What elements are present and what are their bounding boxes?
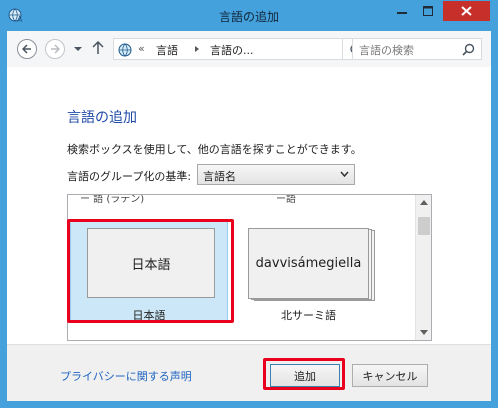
- arrow-left-icon: [22, 44, 31, 54]
- close-icon: [461, 6, 472, 16]
- address-overflow-chevron[interactable]: «: [138, 42, 145, 55]
- forward-button[interactable]: [45, 39, 65, 59]
- search-placeholder: 言語の検索: [359, 44, 414, 57]
- back-button[interactable]: [17, 39, 37, 59]
- minimize-icon: [396, 12, 407, 14]
- description-text: 検索ボックスを使用して、他の言語を探すことができます。: [67, 143, 362, 156]
- maximize-button[interactable]: [415, 1, 441, 21]
- group-by-selected-value: 言語名: [203, 170, 236, 183]
- navigation-bar: « 言語 言語の... 言語の検索: [7, 31, 491, 67]
- breadcrumb-separator-icon[interactable]: [194, 42, 200, 56]
- cancel-button[interactable]: キャンセル: [352, 364, 428, 387]
- language-list[interactable]: ー 語 (ラテン) ー語 日本語 日本語 davvisámegiella 北サー…: [67, 194, 432, 341]
- vertical-scrollbar[interactable]: [415, 195, 431, 340]
- partially-visible-language-left[interactable]: ー 語 (ラテン): [80, 195, 144, 205]
- dialog-footer: プライバシーに関する声明 追加 キャンセル: [7, 344, 491, 401]
- up-arrow-icon[interactable]: [92, 41, 104, 55]
- recent-locations-chevron-icon[interactable]: [73, 44, 83, 54]
- language-location-icon: [118, 43, 132, 57]
- search-icon[interactable]: [462, 43, 475, 56]
- minimize-button[interactable]: [388, 1, 415, 21]
- language-caption-japanese[interactable]: 日本語: [70, 307, 228, 323]
- title-bar[interactable]: A 言語の追加: [0, 0, 498, 31]
- language-tile-northern-sami[interactable]: davvisámegiella: [248, 228, 369, 299]
- search-input[interactable]: 言語の検索: [352, 38, 482, 60]
- add-button[interactable]: 追加: [270, 364, 340, 387]
- language-caption-northern-sami[interactable]: 北サーミ語: [248, 307, 369, 323]
- window: A 言語の追加 « 言語 言語の... 言語の検索 言語の追加 検索ボックスを使…: [0, 0, 498, 408]
- address-segment-language[interactable]: 言語: [156, 42, 178, 58]
- group-by-select[interactable]: 言語名: [197, 164, 355, 185]
- chevron-down-icon: [340, 171, 349, 178]
- close-button[interactable]: [443, 1, 490, 21]
- privacy-statement-link[interactable]: プライバシーに関する声明: [60, 368, 192, 384]
- arrow-right-icon: [51, 44, 60, 54]
- scroll-up-arrow-icon[interactable]: [420, 199, 428, 205]
- maximize-icon: [423, 6, 433, 16]
- group-by-label: 言語のグループ化の基準:: [67, 170, 192, 183]
- scroll-down-arrow-icon[interactable]: [420, 330, 428, 336]
- page-title: 言語の追加: [67, 110, 137, 126]
- partially-visible-language-right[interactable]: ー語: [276, 195, 296, 205]
- dialog-client-area: « 言語 言語の... 言語の検索 言語の追加 検索ボックスを使用して、他の言語…: [7, 31, 491, 401]
- address-segment-current[interactable]: 言語の...: [210, 42, 254, 58]
- language-tile-japanese[interactable]: 日本語: [87, 228, 215, 298]
- address-bar[interactable]: « 言語 言語の...: [113, 38, 343, 60]
- scrollbar-thumb[interactable]: [418, 217, 430, 235]
